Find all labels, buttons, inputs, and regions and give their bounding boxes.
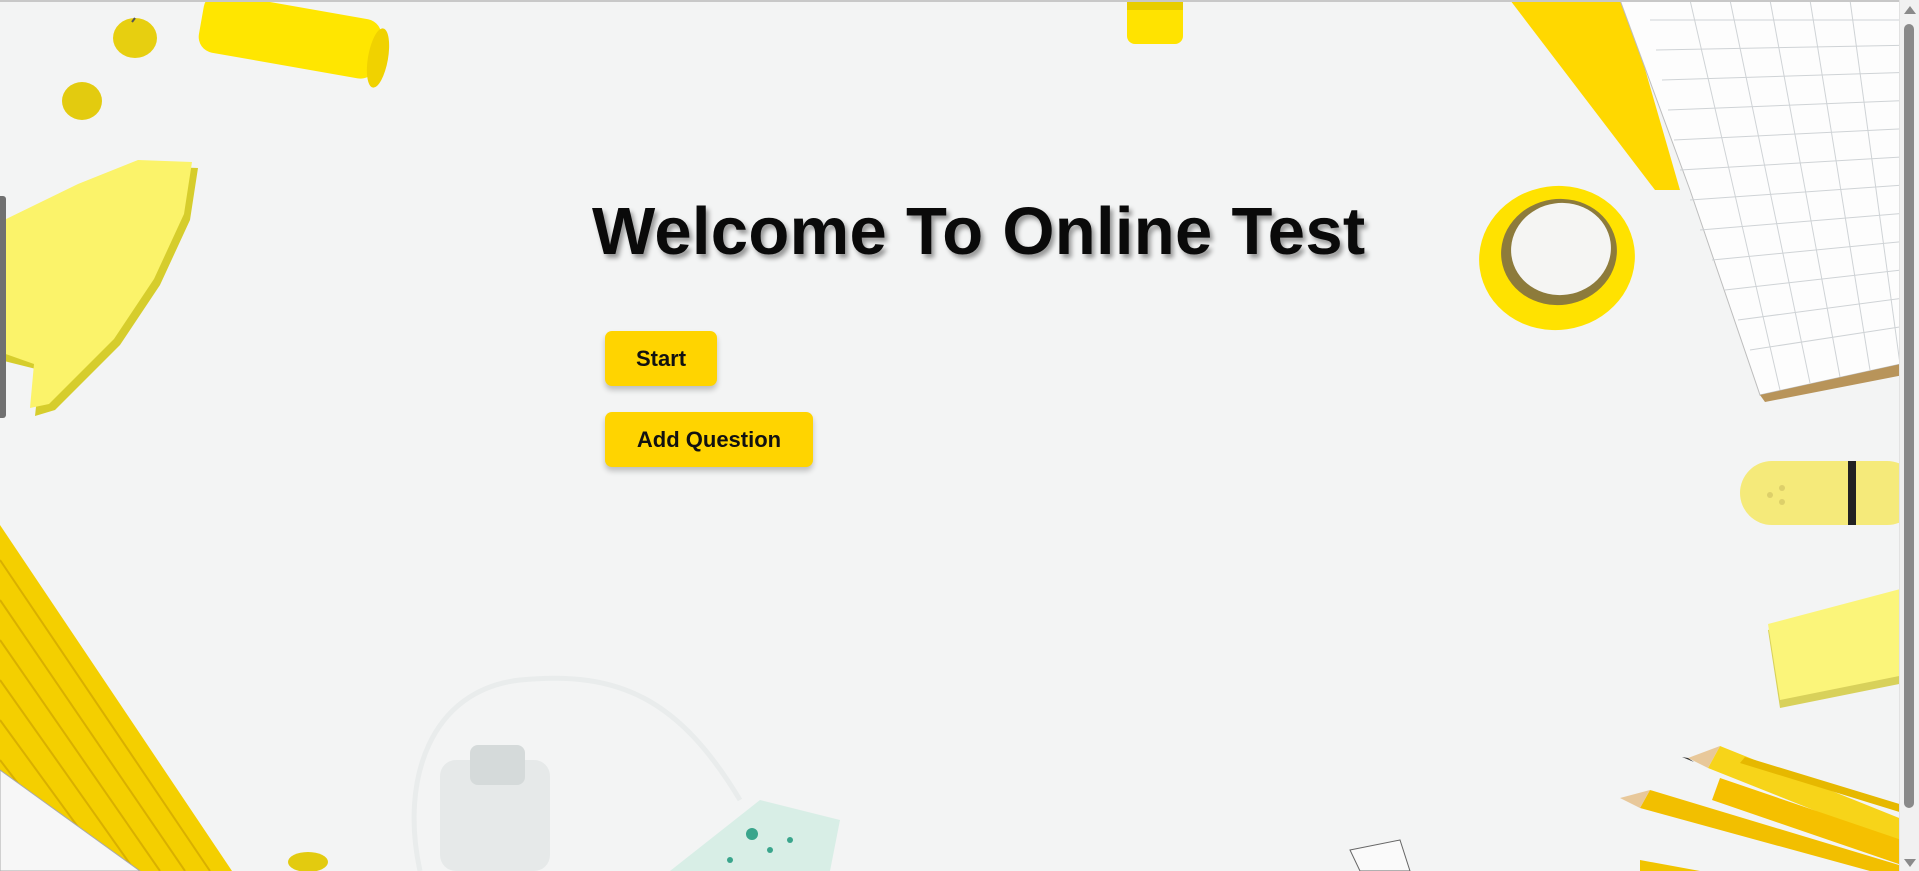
page-title: Welcome To Online Test bbox=[592, 194, 1366, 269]
main-content: Welcome To Online Test Start Add Questio… bbox=[0, 0, 1900, 871]
chevron-down-icon[interactable] bbox=[1904, 859, 1916, 867]
chevron-up-icon[interactable] bbox=[1904, 6, 1916, 14]
scrollbar-thumb[interactable] bbox=[1904, 24, 1914, 808]
start-button[interactable]: Start bbox=[605, 331, 717, 386]
vertical-scrollbar[interactable] bbox=[1899, 0, 1919, 871]
add-question-button[interactable]: Add Question bbox=[605, 412, 813, 467]
page: Welcome To Online Test Start Add Questio… bbox=[0, 0, 1919, 871]
